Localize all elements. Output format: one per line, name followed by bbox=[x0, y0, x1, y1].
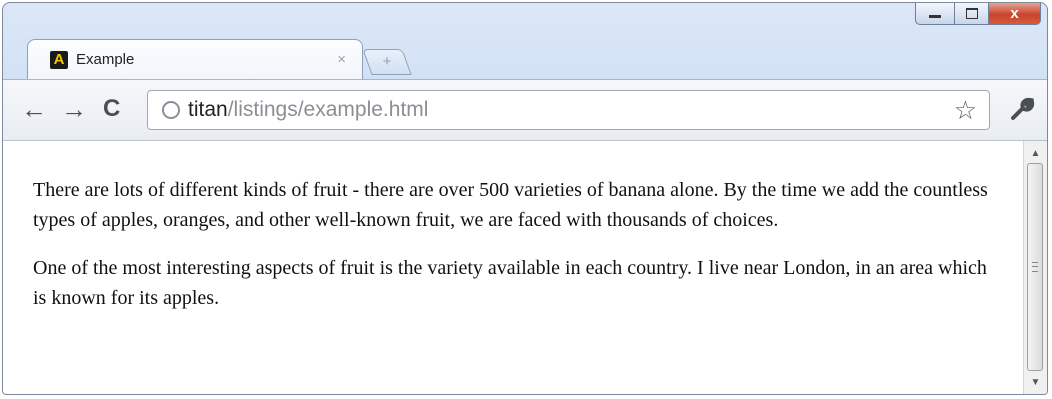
scroll-up-button[interactable]: ▲ bbox=[1024, 143, 1047, 163]
window-controls: x bbox=[915, 3, 1041, 25]
scrollbar-thumb[interactable] bbox=[1027, 163, 1043, 371]
favicon-icon: A bbox=[50, 50, 68, 69]
close-window-button[interactable]: x bbox=[989, 3, 1041, 25]
wrench-menu-icon[interactable] bbox=[1007, 94, 1037, 131]
bookmark-star-icon[interactable]: ☆ bbox=[954, 95, 977, 126]
browser-toolbar: ← → C titan/listings/example.html ☆ bbox=[3, 79, 1047, 141]
minimize-icon bbox=[929, 15, 941, 18]
tab-example[interactable]: A Example × bbox=[27, 39, 363, 79]
new-tab-button[interactable]: + bbox=[362, 49, 412, 75]
minimize-button[interactable] bbox=[915, 3, 955, 25]
paragraph-1: There are lots of different kinds of fru… bbox=[33, 179, 988, 231]
grip-icon bbox=[1032, 262, 1038, 272]
url-host: titan bbox=[188, 98, 228, 121]
scroll-down-button[interactable]: ▼ bbox=[1024, 372, 1047, 392]
vertical-scrollbar[interactable]: ▲ ▼ bbox=[1023, 141, 1047, 394]
paragraph-2: One of the most interesting aspects of f… bbox=[33, 257, 987, 309]
tab-close-button[interactable]: × bbox=[337, 51, 346, 68]
close-icon: x bbox=[1010, 5, 1019, 22]
back-button[interactable]: ← bbox=[21, 94, 47, 124]
maximize-button[interactable] bbox=[955, 3, 989, 25]
reload-button[interactable]: C bbox=[103, 94, 120, 124]
browser-window: x A Example × + ← → C titan/listings/exa… bbox=[2, 2, 1048, 395]
page-viewport: There are lots of different kinds of fru… bbox=[3, 141, 1047, 394]
favicon-letter: A bbox=[53, 51, 65, 68]
wrench-icon bbox=[1011, 97, 1035, 120]
globe-icon bbox=[162, 101, 180, 119]
tab-title: Example bbox=[76, 51, 135, 68]
url-path: /listings/example.html bbox=[227, 98, 429, 121]
forward-button[interactable]: → bbox=[61, 94, 87, 124]
page-content: There are lots of different kinds of fru… bbox=[33, 175, 998, 331]
maximize-icon bbox=[965, 8, 978, 19]
address-bar[interactable]: titan/listings/example.html ☆ bbox=[147, 90, 990, 130]
plus-icon: + bbox=[382, 53, 392, 70]
